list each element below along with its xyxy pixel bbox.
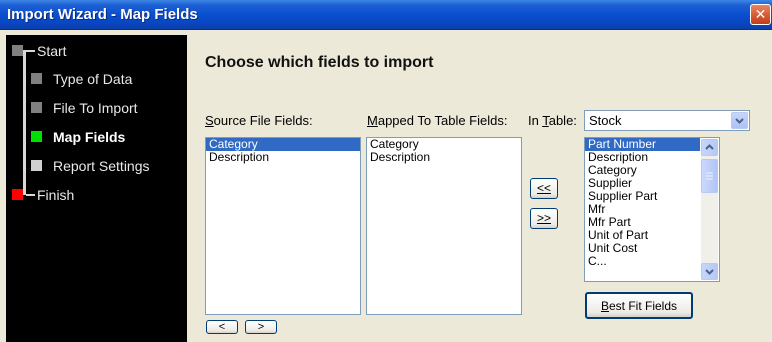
- mapped-field-item[interactable]: Description: [367, 151, 521, 164]
- step-report-settings: Report Settings: [6, 158, 187, 176]
- step-status-icon: [31, 73, 42, 84]
- step-label: Finish: [37, 187, 75, 203]
- step-label: Report Settings: [53, 158, 150, 174]
- step-type-of-data: Type of Data: [6, 71, 187, 89]
- source-fields-label: Source File Fields:: [205, 113, 313, 128]
- close-button[interactable]: ✕: [750, 4, 771, 25]
- step-label: Type of Data: [53, 71, 133, 87]
- step-start: Start: [6, 43, 187, 61]
- step-file-to-import: File To Import: [6, 100, 187, 118]
- previous-button[interactable]: <: [206, 320, 238, 334]
- mapped-fields-label: Mapped To Table Fields:: [367, 113, 508, 128]
- next-button[interactable]: >: [245, 320, 277, 334]
- page-heading: Choose which fields to import: [205, 54, 434, 71]
- scroll-thumb[interactable]: [701, 159, 718, 193]
- close-icon: ✕: [754, 6, 767, 22]
- scroll-down-button[interactable]: [701, 263, 718, 280]
- best-fit-fields-button[interactable]: Best Fit Fields: [585, 292, 693, 319]
- title-bar: Import Wizard - Map Fields ✕: [0, 0, 772, 30]
- source-field-item[interactable]: Description: [206, 151, 360, 164]
- table-select[interactable]: Stock: [584, 110, 750, 131]
- mapped-fields-list[interactable]: Category Description: [366, 137, 522, 315]
- step-status-icon: [12, 189, 23, 200]
- source-fields-list[interactable]: Category Description: [205, 137, 361, 315]
- table-fields-scrollbar[interactable]: [701, 139, 718, 280]
- step-finish: Finish: [6, 187, 187, 205]
- scroll-up-button[interactable]: [701, 139, 718, 156]
- step-label: Start: [37, 43, 67, 59]
- step-status-icon: [31, 102, 42, 113]
- step-label: File To Import: [53, 100, 138, 116]
- table-fields-list[interactable]: Part Number Description Category Supplier Su…: [584, 137, 720, 282]
- step-status-icon: [12, 45, 23, 56]
- step-connector-tick: [26, 50, 35, 52]
- step-map-fields: Map Fields: [6, 129, 187, 147]
- move-left-button[interactable]: <<: [530, 178, 558, 199]
- table-field-item[interactable]: C...: [585, 255, 700, 268]
- table-select-value: Stock: [589, 113, 622, 128]
- step-status-icon: [31, 160, 42, 171]
- window-title: Import Wizard - Map Fields: [7, 6, 198, 23]
- table-label: In Table:: [528, 113, 577, 128]
- step-connector-tick: [26, 194, 35, 196]
- step-label: Map Fields: [53, 129, 126, 145]
- chevron-down-icon[interactable]: [731, 112, 748, 129]
- move-right-button[interactable]: >>: [530, 208, 558, 229]
- wizard-steps-panel: Start Type of Data File To Import Map Field…: [6, 35, 187, 342]
- step-status-icon: [31, 131, 42, 142]
